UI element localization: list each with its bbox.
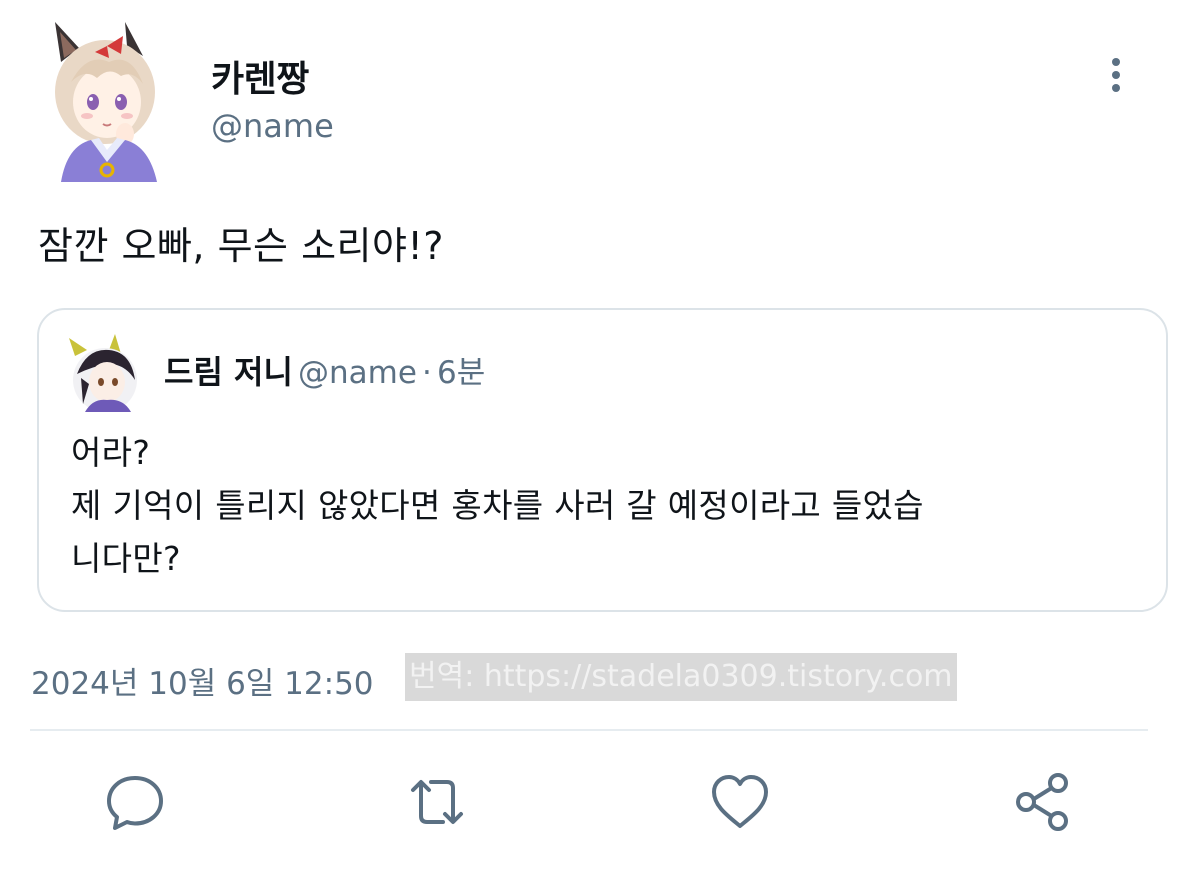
reply-icon[interactable] — [103, 770, 167, 834]
quoted-author-name[interactable]: 드림 저니 — [164, 353, 293, 391]
quoted-text-line: 제 기억이 틀리지 않았다면 홍차를 사러 갈 예정이라고 들었습 — [71, 486, 924, 525]
quoted-text-line: 어라? — [71, 433, 151, 472]
quoted-author-avatar[interactable] — [69, 334, 141, 414]
quoted-text-line: 니다만? — [71, 539, 181, 578]
quoted-tweet-text: 어라? 제 기억이 틀리지 않았다면 홍차를 사러 갈 예정이라고 들었습 니다… — [71, 426, 1131, 585]
quoted-tweet-header: 드림 저니 @name · 6분 — [164, 352, 485, 398]
tweet-timestamp[interactable]: 2024년 10월 6일 12:50 — [31, 658, 374, 703]
quoted-tweet[interactable]: 드림 저니 @name · 6분 어라? 제 기억이 틀리지 않았다면 홍차를 … — [37, 308, 1168, 612]
more-vertical-icon[interactable] — [1096, 56, 1136, 96]
quoted-author-handle[interactable]: @name — [298, 355, 417, 391]
heart-icon[interactable] — [708, 770, 772, 834]
translator-watermark: 번역: https://stadela0309.tistory.com — [405, 653, 957, 701]
quoted-time-ago[interactable]: 6분 — [437, 355, 485, 391]
author-name[interactable]: 카렌짱 — [211, 50, 309, 102]
author-handle[interactable]: @name — [211, 107, 334, 145]
share-icon[interactable] — [1012, 770, 1076, 834]
divider — [30, 729, 1148, 731]
retweet-icon[interactable] — [405, 770, 469, 834]
tweet-header: 카렌짱 @name — [0, 0, 1178, 190]
author-avatar[interactable] — [47, 22, 171, 182]
tweet-text: 잠깐 오빠, 무슨 소리야!? — [38, 224, 444, 268]
separator: · — [422, 355, 432, 391]
